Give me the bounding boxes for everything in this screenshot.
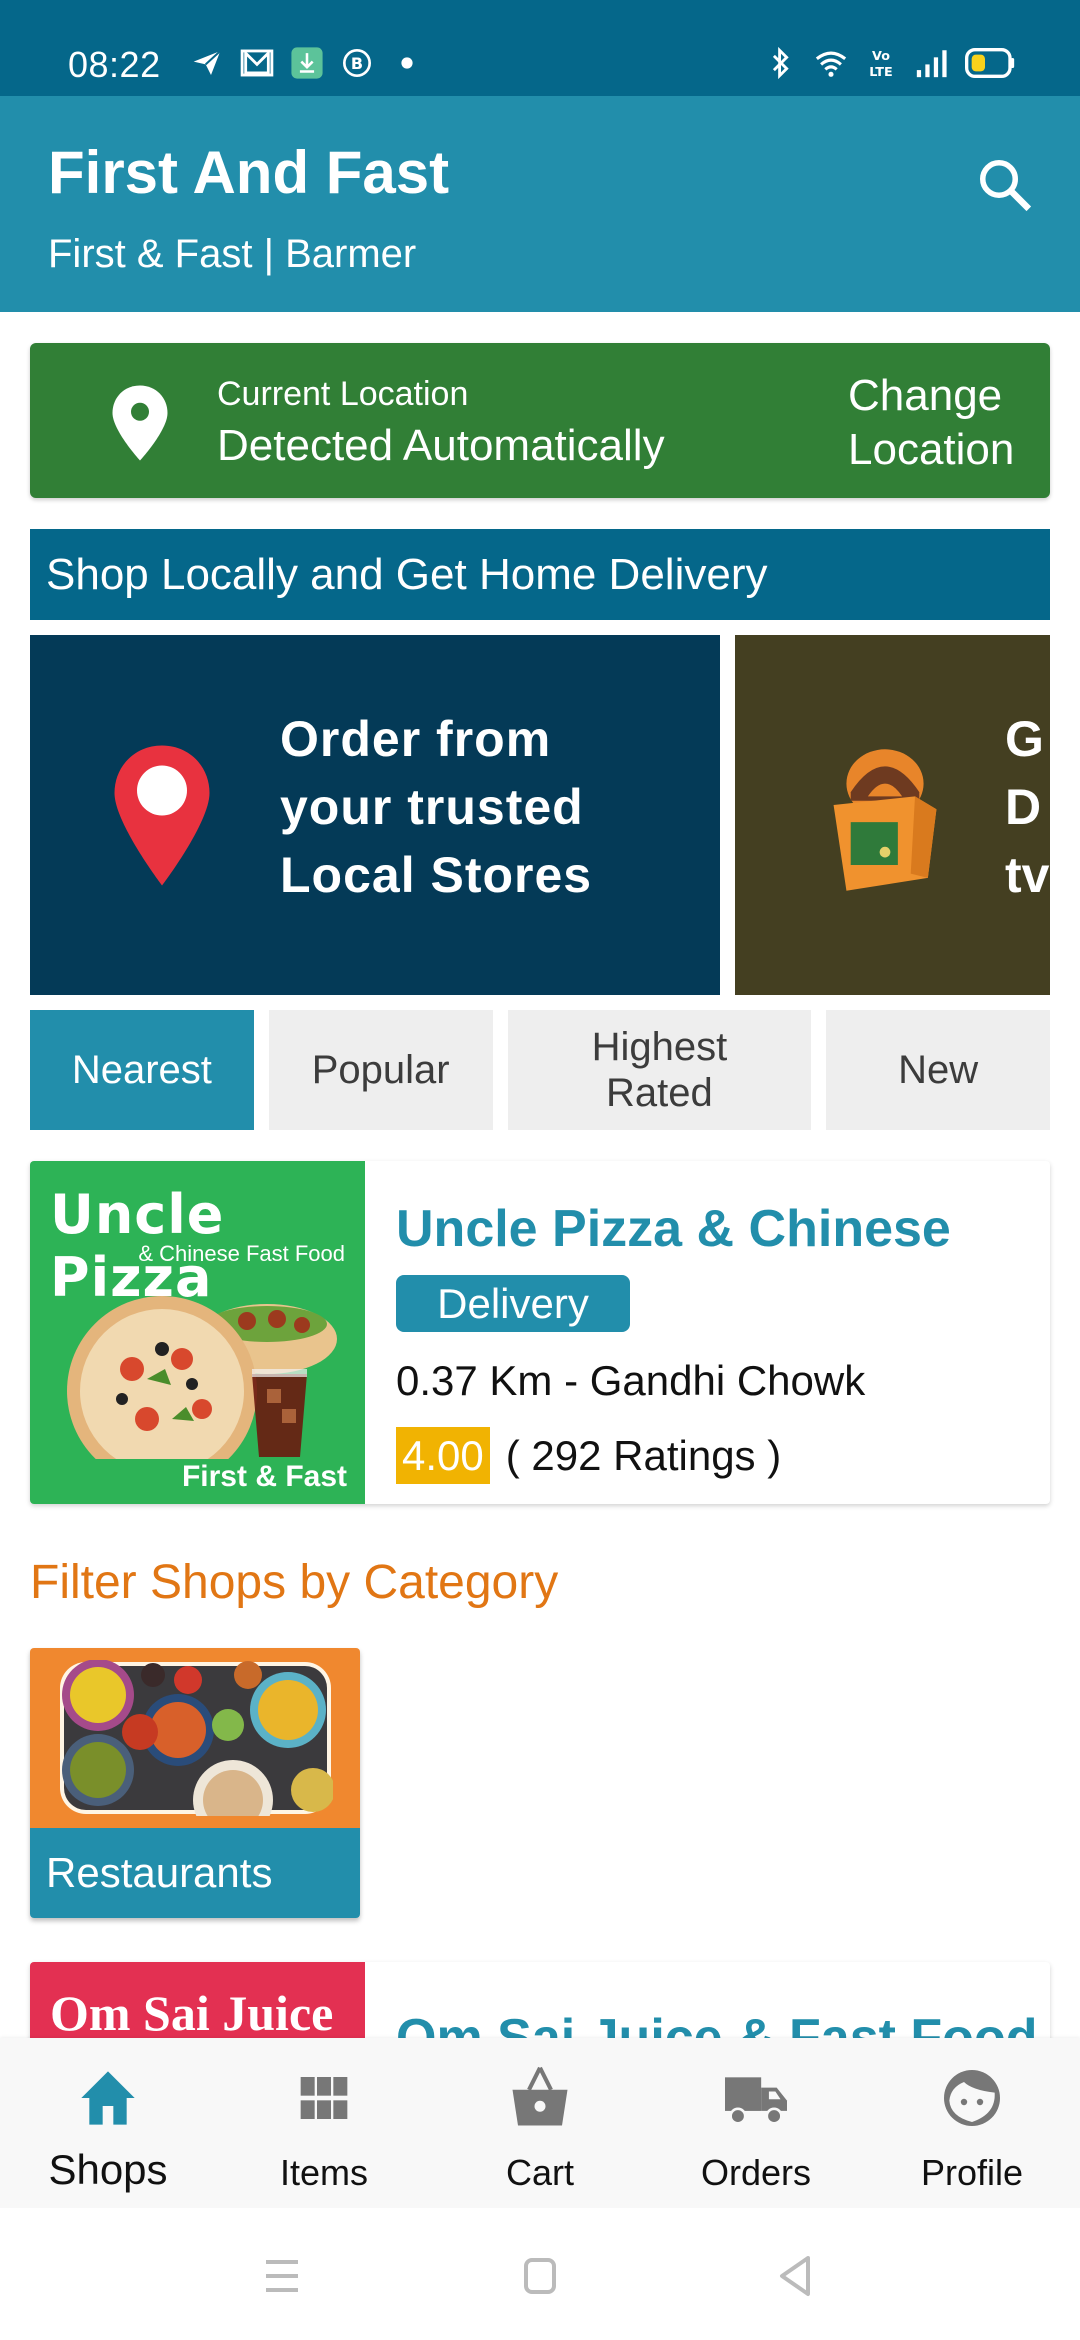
category-section-title: Filter Shops by Category	[30, 1556, 559, 1609]
promo-header: Shop Locally and Get Home Delivery	[30, 529, 1050, 620]
nav-label: Shops	[48, 2146, 168, 2193]
tab-new[interactable]: New	[826, 1010, 1050, 1130]
location-value: Detected Automatically	[217, 421, 665, 470]
rating-badge: 4.00	[396, 1427, 490, 1484]
location-pin-icon	[110, 383, 170, 463]
banner-slide-text: Order from your trusted Local Stores	[280, 711, 593, 903]
tab-highest-rated[interactable]: Highest Rated	[507, 1010, 812, 1130]
signal-icon	[914, 46, 948, 80]
shop-distance: 0.37 Km - Gandhi Chowk	[396, 1357, 866, 1404]
recent-apps-button[interactable]	[258, 2252, 306, 2300]
status-time: 08:22	[68, 44, 161, 85]
change-location-button[interactable]: Change Location	[848, 369, 1028, 477]
grid-icon	[288, 2066, 360, 2130]
category-image	[30, 1648, 360, 1828]
volte-icon: Vo LTE	[864, 46, 898, 80]
nav-cart[interactable]: Cart	[432, 2038, 648, 2208]
bluetooth-icon	[764, 46, 798, 80]
app-subtitle: First & Fast | Barmer	[48, 232, 417, 276]
pizza-illustration	[67, 1296, 337, 1459]
tab-popular[interactable]: Popular	[268, 1010, 493, 1130]
status-notification-icons: B	[190, 46, 424, 80]
tab-nearest[interactable]: Nearest	[30, 1010, 254, 1130]
bottom-navigation: Shops Items Cart Orders Profile	[0, 2038, 1080, 2208]
home-icon	[72, 2066, 144, 2130]
battery-icon	[964, 46, 1016, 80]
nav-shops[interactable]: Shops	[0, 2038, 216, 2208]
banner-slide[interactable]: G D tv	[735, 635, 1050, 995]
telegram-icon	[190, 46, 224, 80]
back-triangle-icon	[780, 2256, 810, 2296]
status-system-icons: Vo LTE	[764, 46, 1016, 80]
menu-icon	[266, 2260, 298, 2292]
face-icon	[936, 2066, 1008, 2130]
shop-image: Uncle Pizza & Chinese Fast Food First & …	[30, 1161, 365, 1504]
svg-text:LTE: LTE	[869, 65, 892, 80]
back-button[interactable]	[772, 2252, 820, 2300]
search-icon	[980, 160, 1032, 212]
ratings-count: ( 292 Ratings )	[505, 1431, 782, 1479]
app-title: First And Fast	[48, 139, 450, 206]
nav-label: Profile	[920, 2152, 1024, 2193]
square-icon	[524, 2258, 556, 2294]
download-icon	[290, 46, 324, 80]
basket-icon	[504, 2066, 576, 2130]
banner-slide-text: G D tv	[1005, 711, 1050, 903]
location-card[interactable]: Current Location Detected Automatically …	[30, 343, 1050, 498]
nav-label: Cart	[505, 2152, 574, 2193]
nav-label: Orders	[700, 2152, 812, 2193]
shop-rating: 4.00 ( 292 Ratings )	[396, 1427, 781, 1484]
system-navigation-bar	[0, 2208, 1080, 2340]
food-bowls-illustration	[60, 1660, 333, 1816]
business-chat-icon: B	[340, 46, 374, 80]
nav-label: Items	[279, 2152, 368, 2193]
app-bar: First And Fast First & Fast | Barmer	[0, 96, 1080, 312]
sort-tabs: Nearest Popular Highest Rated New	[30, 1010, 1050, 1130]
gmail-icon	[240, 46, 274, 80]
nav-profile[interactable]: Profile	[864, 2038, 1080, 2208]
svg-text:B: B	[351, 54, 363, 73]
screen: 08:22 B Vo LTE First And Fast First & Fa…	[0, 0, 1080, 2340]
dot-icon	[390, 46, 424, 80]
map-pin-icon	[114, 745, 210, 886]
status-bar: 08:22 B Vo LTE	[0, 0, 1080, 96]
banner-slide[interactable]: Order from your trusted Local Stores	[30, 635, 720, 995]
svg-text:Vo: Vo	[872, 49, 890, 64]
shop-card[interactable]: Uncle Pizza & Chinese Fast Food First & …	[30, 1161, 1050, 1504]
category-card-restaurants[interactable]: Restaurants	[30, 1648, 360, 1918]
wifi-icon	[814, 46, 848, 80]
truck-icon	[720, 2066, 792, 2130]
category-label: Restaurants	[30, 1828, 360, 1918]
shop-name[interactable]: Uncle Pizza & Chinese	[396, 1199, 951, 1259]
nav-items[interactable]: Items	[216, 2038, 432, 2208]
nav-orders[interactable]: Orders	[648, 2038, 864, 2208]
home-button[interactable]	[516, 2252, 564, 2300]
food-box-illustration	[833, 749, 937, 891]
search-button[interactable]	[968, 148, 1040, 220]
banner-carousel[interactable]: Order from your trusted Local Stores G D…	[30, 635, 1050, 995]
location-label: Current Location	[217, 375, 469, 413]
delivery-badge: Delivery	[396, 1275, 630, 1332]
